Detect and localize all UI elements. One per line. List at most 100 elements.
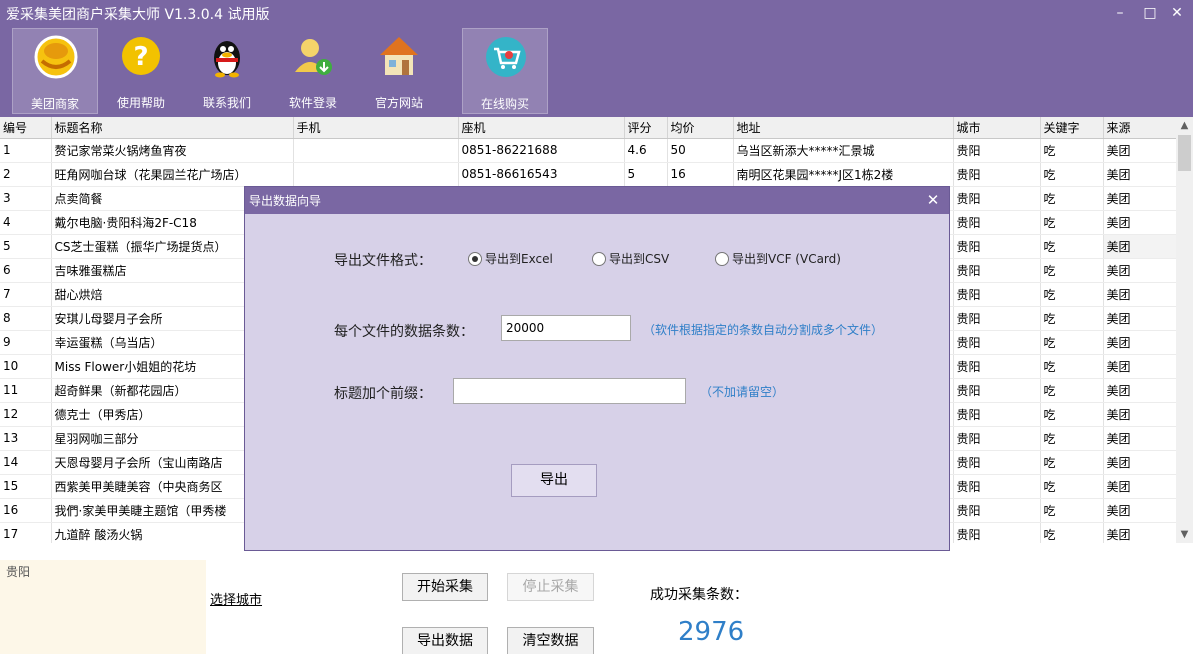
table-cell[interactable]: 吃	[1040, 234, 1104, 259]
table-cell[interactable]: 吃	[1040, 330, 1104, 355]
minimize-button[interactable]: –	[1106, 2, 1134, 24]
table-cell[interactable]: 16	[0, 498, 52, 523]
table-cell[interactable]: 8	[0, 306, 52, 331]
scroll-down-icon[interactable]: ▼	[1176, 526, 1193, 543]
table-cell[interactable]: 吃	[1040, 162, 1104, 187]
scroll-up-icon[interactable]: ▲	[1176, 117, 1193, 134]
table-cell[interactable]: 吃	[1040, 210, 1104, 235]
table-cell[interactable]: 0851-86221688	[458, 138, 625, 163]
dialog-close-icon[interactable]: ✕	[921, 189, 945, 211]
table-cell[interactable]: 贵阳	[953, 402, 1041, 427]
radio-vcf[interactable]: 导出到VCF (VCard)	[715, 250, 841, 267]
table-cell[interactable]: 吃	[1040, 402, 1104, 427]
table-cell[interactable]: 吃	[1040, 474, 1104, 499]
table-cell[interactable]: 贵阳	[953, 474, 1041, 499]
city-list-box[interactable]: 贵阳	[0, 560, 206, 654]
table-cell[interactable]: 15	[0, 474, 52, 499]
per-file-count-input[interactable]	[501, 315, 631, 341]
table-cell[interactable]: 美团	[1103, 522, 1176, 543]
table-cell[interactable]: 乌当区新添大*****汇景城	[733, 138, 954, 163]
table-cell[interactable]: 13	[0, 426, 52, 451]
table-cell[interactable]: 3	[0, 186, 52, 211]
table-cell[interactable]: 11	[0, 378, 52, 403]
table-cell[interactable]: 贵阳	[953, 234, 1041, 259]
dialog-export-button[interactable]: 导出	[511, 464, 597, 497]
column-header[interactable]: 座机	[458, 117, 625, 139]
table-cell[interactable]: 贵阳	[953, 186, 1041, 211]
stop-collect-button[interactable]: 停止采集	[507, 573, 594, 601]
column-header[interactable]: 手机	[293, 117, 459, 139]
table-cell[interactable]: 贵阳	[953, 378, 1041, 403]
table-cell[interactable]: 9	[0, 330, 52, 355]
table-cell[interactable]: 吃	[1040, 258, 1104, 283]
table-cell[interactable]: 吃	[1040, 354, 1104, 379]
table-cell[interactable]: 美团	[1103, 498, 1176, 523]
table-cell[interactable]: 美团	[1103, 402, 1176, 427]
table-cell[interactable]: 美团	[1103, 138, 1176, 163]
table-cell[interactable]: 4.6	[624, 138, 668, 163]
table-cell[interactable]: 12	[0, 402, 52, 427]
table-cell[interactable]: 吃	[1040, 186, 1104, 211]
table-cell[interactable]: 6	[0, 258, 52, 283]
vertical-scrollbar[interactable]: ▲ ▼	[1176, 117, 1193, 543]
toolbar-help-button[interactable]: ? 使用帮助	[98, 28, 184, 114]
export-data-button[interactable]: 导出数据	[402, 627, 488, 654]
table-cell[interactable]: 7	[0, 282, 52, 307]
table-row[interactable]: 2 旺角网咖台球（花果园兰花广场店） 0851-86616543 5 16 南明区花果园*…	[0, 162, 1176, 187]
table-cell[interactable]: 10	[0, 354, 52, 379]
table-cell[interactable]: 5	[0, 234, 52, 259]
table-cell[interactable]: 吃	[1040, 450, 1104, 475]
table-cell[interactable]: 美团	[1103, 450, 1176, 475]
table-cell[interactable]: 美团	[1103, 258, 1176, 283]
table-cell[interactable]: 吃	[1040, 138, 1104, 163]
choose-city-link[interactable]: 选择城市	[210, 589, 262, 608]
dialog-titlebar[interactable]: 导出数据向导 ✕	[245, 187, 949, 214]
table-cell[interactable]: 吃	[1040, 498, 1104, 523]
table-cell[interactable]: 贵阳	[953, 522, 1041, 543]
column-header[interactable]: 关键字	[1040, 117, 1104, 139]
column-header[interactable]: 城市	[953, 117, 1041, 139]
toolbar-website-button[interactable]: 官方网站	[356, 28, 442, 114]
table-cell[interactable]: 贵阳	[953, 450, 1041, 475]
radio-excel[interactable]: 导出到Excel	[468, 250, 553, 267]
table-cell[interactable]: 16	[667, 162, 734, 187]
table-cell[interactable]: 5	[624, 162, 668, 187]
toolbar-contact-button[interactable]: 联系我们	[184, 28, 270, 114]
table-cell[interactable]: 旺角网咖台球（花果园兰花广场店）	[51, 162, 294, 187]
column-header[interactable]: 标题名称	[51, 117, 294, 139]
table-cell[interactable]: 美团	[1103, 210, 1176, 235]
table-cell[interactable]: 贵阳	[953, 162, 1041, 187]
table-cell[interactable]: 美团	[1103, 474, 1176, 499]
table-row[interactable]: 1 赘记家常菜火锅烤鱼宵夜 0851-86221688 4.6 50 乌当区新添大****…	[0, 138, 1176, 163]
table-cell[interactable]: 贵阳	[953, 330, 1041, 355]
table-cell[interactable]: 50	[667, 138, 734, 163]
toolbar-buy-button[interactable]: 在线购买	[462, 28, 548, 114]
table-cell[interactable]: 美团	[1103, 186, 1176, 211]
table-cell[interactable]: 吃	[1040, 378, 1104, 403]
table-cell[interactable]: 贵阳	[953, 210, 1041, 235]
column-header[interactable]: 来源	[1103, 117, 1176, 139]
table-cell[interactable]: 吃	[1040, 522, 1104, 543]
table-cell[interactable]: 17	[0, 522, 52, 543]
column-header[interactable]: 编号	[0, 117, 52, 139]
toolbar-meituan-button[interactable]: 美团商家	[12, 28, 98, 114]
table-cell[interactable]: 美团	[1103, 378, 1176, 403]
table-cell[interactable]: 美团	[1103, 330, 1176, 355]
column-header[interactable]: 地址	[733, 117, 954, 139]
table-cell[interactable]: 2	[0, 162, 52, 187]
radio-csv[interactable]: 导出到CSV	[592, 250, 669, 267]
close-button[interactable]: ✕	[1163, 2, 1191, 24]
table-cell[interactable]	[293, 138, 459, 163]
start-collect-button[interactable]: 开始采集	[402, 573, 488, 601]
table-cell[interactable]: 吃	[1040, 282, 1104, 307]
table-cell[interactable]: 美团	[1103, 306, 1176, 331]
table-cell[interactable]: 1	[0, 138, 52, 163]
table-cell[interactable]	[293, 162, 459, 187]
table-cell[interactable]: 贵阳	[953, 138, 1041, 163]
table-cell[interactable]: 吃	[1040, 306, 1104, 331]
column-header[interactable]: 评分	[624, 117, 668, 139]
table-cell[interactable]: 吃	[1040, 426, 1104, 451]
title-prefix-input[interactable]	[453, 378, 686, 404]
table-cell[interactable]: 贵阳	[953, 426, 1041, 451]
table-cell[interactable]: 美团	[1103, 234, 1176, 259]
